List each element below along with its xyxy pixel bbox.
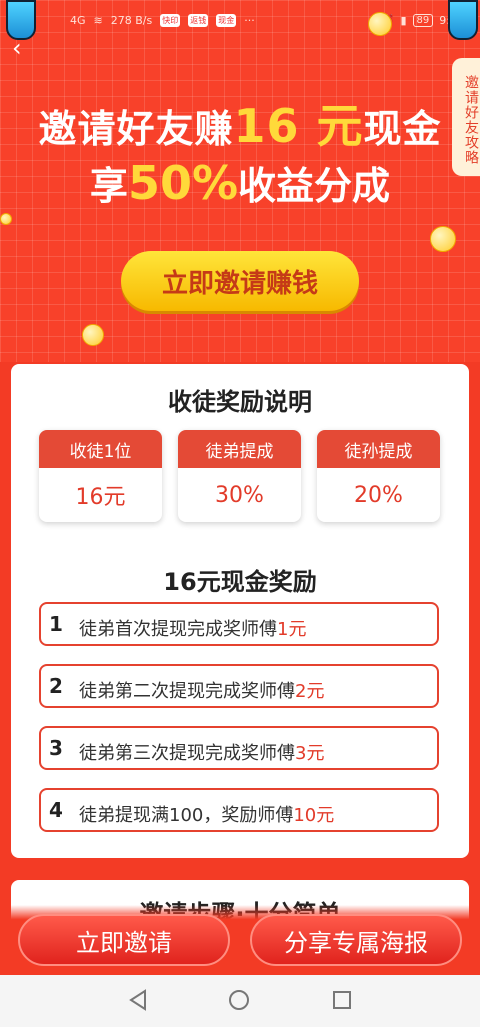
nav-recent-icon[interactable] [333, 991, 351, 1009]
nav-back-icon[interactable] [128, 989, 148, 1011]
reward-box-value: 30% [215, 482, 264, 508]
share-poster-button[interactable]: 分享专属海报 [250, 914, 462, 966]
reward-step: 1 徒弟首次提现完成奖师傅1元 [39, 602, 439, 646]
status-bar: 4G ≋ 278 B/s 快印 返钱 现金 ··· ⏰ ▮ 89 9: [0, 0, 480, 40]
step-amount: 3元 [295, 743, 325, 764]
reward-box-value: 20% [354, 482, 403, 508]
reward-step: 2 徒弟第二次提现完成奖师傅2元 [39, 664, 439, 708]
reward-card: 收徒奖励说明 收徒1位 16元 徒弟提成 30% 徒孙提成 20% 16元现金奖… [11, 364, 469, 858]
app-chip: 快印 [160, 14, 181, 27]
app-chip: 现金 [216, 14, 237, 27]
step-number: 4 [47, 798, 63, 826]
reward-box-label: 徒孙提成 [317, 430, 440, 468]
step-amount: 10元 [293, 805, 335, 826]
network-indicator: 4G [70, 14, 86, 27]
hero-title-line1: 邀请好友赚16 元现金 [38, 99, 442, 153]
net-speed: 278 B/s [110, 14, 153, 27]
reward-box-value: 16元 [75, 485, 126, 510]
nav-home-icon[interactable] [229, 990, 249, 1010]
coin-icon [82, 324, 104, 346]
coin-icon [368, 12, 392, 36]
reward-box: 收徒1位 16元 [39, 430, 162, 522]
coin-icon [0, 213, 12, 225]
app-chip: 返钱 [188, 14, 209, 27]
hero-title-line2: 享50%收益分成 [89, 156, 391, 210]
reward-box: 徒孙提成 20% [317, 430, 440, 522]
reward-step: 3 徒弟第三次提现完成奖师傅3元 [39, 726, 439, 770]
invite-strategy-tab[interactable]: 邀请好友攻略 [452, 58, 480, 176]
reward-amount: 16 元 [233, 99, 364, 153]
reward-box-label: 收徒1位 [39, 430, 162, 468]
step-text: 徒弟第三次提现完成奖师傅3元 [79, 743, 325, 764]
lantern-decoration-icon [448, 0, 478, 40]
coin-icon [430, 226, 456, 252]
reward-step: 4 徒弟提现满100，奖励师傅10元 [39, 788, 439, 832]
cash-section-title: 16元现金奖励 [163, 568, 317, 596]
battery-indicator: 89 [412, 14, 434, 27]
more-dots-icon: ··· [244, 14, 255, 27]
share-percent: 50% [127, 156, 239, 210]
step-number: 2 [47, 674, 63, 702]
invite-now-button[interactable]: 立即邀请 [18, 914, 230, 966]
step-amount: 2元 [295, 681, 325, 702]
step-amount: 1元 [277, 619, 307, 640]
step-text: 徒弟提现满100，奖励师傅10元 [79, 805, 335, 826]
step-number: 3 [47, 736, 63, 764]
reward-box: 徒弟提成 30% [178, 430, 301, 522]
system-nav-bar [0, 975, 480, 1027]
back-arrow-icon[interactable]: ‹ [12, 34, 22, 62]
step-text: 徒弟首次提现完成奖师傅1元 [79, 619, 307, 640]
invite-earn-button[interactable]: 立即邀请赚钱 [121, 251, 359, 311]
step-text: 徒弟第二次提现完成奖师傅2元 [79, 681, 325, 702]
step-number: 1 [47, 612, 63, 640]
wifi-icon: ≋ [93, 14, 103, 27]
reward-box-label: 徒弟提成 [178, 430, 301, 468]
reward-section-title: 收徒奖励说明 [168, 388, 312, 416]
signal-icon: ▮ [400, 14, 407, 27]
